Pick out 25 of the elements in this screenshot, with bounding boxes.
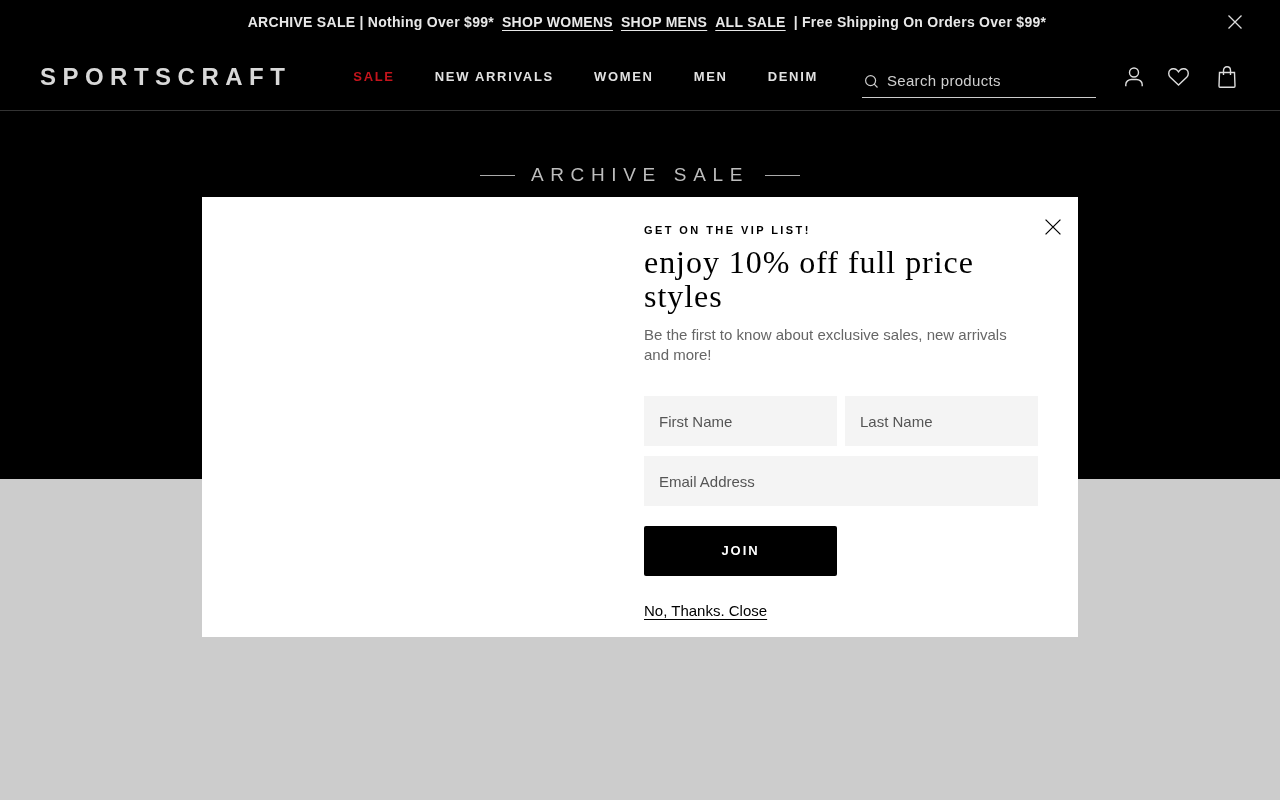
nav-link[interactable]: NEW ARRIVALS (434, 67, 554, 87)
search-icon (865, 75, 878, 88)
shopping-bag-icon[interactable] (1218, 66, 1236, 88)
input-field[interactable]: Last Name (845, 396, 1038, 446)
logo[interactable]: SPORTSCRAFT (40, 65, 292, 89)
announcement-link[interactable]: ALL SALE (715, 11, 786, 33)
search-field[interactable]: Search products (862, 64, 1096, 98)
input-field[interactable]: Email Address (644, 456, 1038, 506)
hero-title: ARCHIVE SALE (530, 162, 750, 187)
nav-link[interactable]: MEN (693, 67, 728, 87)
announcement-link[interactable]: SHOP MENS (620, 11, 708, 33)
modal-heading: enjoy 10% off full price styles (644, 245, 975, 313)
nav-link[interactable]: WOMEN (593, 67, 654, 87)
modal-eyebrow: GET ON THE VIP LIST! (644, 223, 812, 238)
heart-icon[interactable] (1168, 68, 1189, 86)
announcement-text: | Free Shipping On Orders Over $99* (793, 12, 1047, 32)
dismiss-link[interactable]: No, Thanks. Close (644, 600, 768, 623)
announcement-link[interactable]: SHOP WOMENS (502, 11, 613, 33)
modal-description: Be the first to know about exclusive sales, new arrivals and more! (644, 325, 1008, 365)
join-button[interactable]: JOIN (644, 526, 837, 576)
user-icon[interactable] (1125, 67, 1143, 87)
nav-link[interactable]: DENIM (767, 67, 818, 87)
input-field[interactable]: First Name (644, 396, 837, 446)
close-icon[interactable] (1045, 219, 1061, 235)
announcement-text: ARCHIVE SALE | Nothing Over $99* (247, 12, 494, 32)
